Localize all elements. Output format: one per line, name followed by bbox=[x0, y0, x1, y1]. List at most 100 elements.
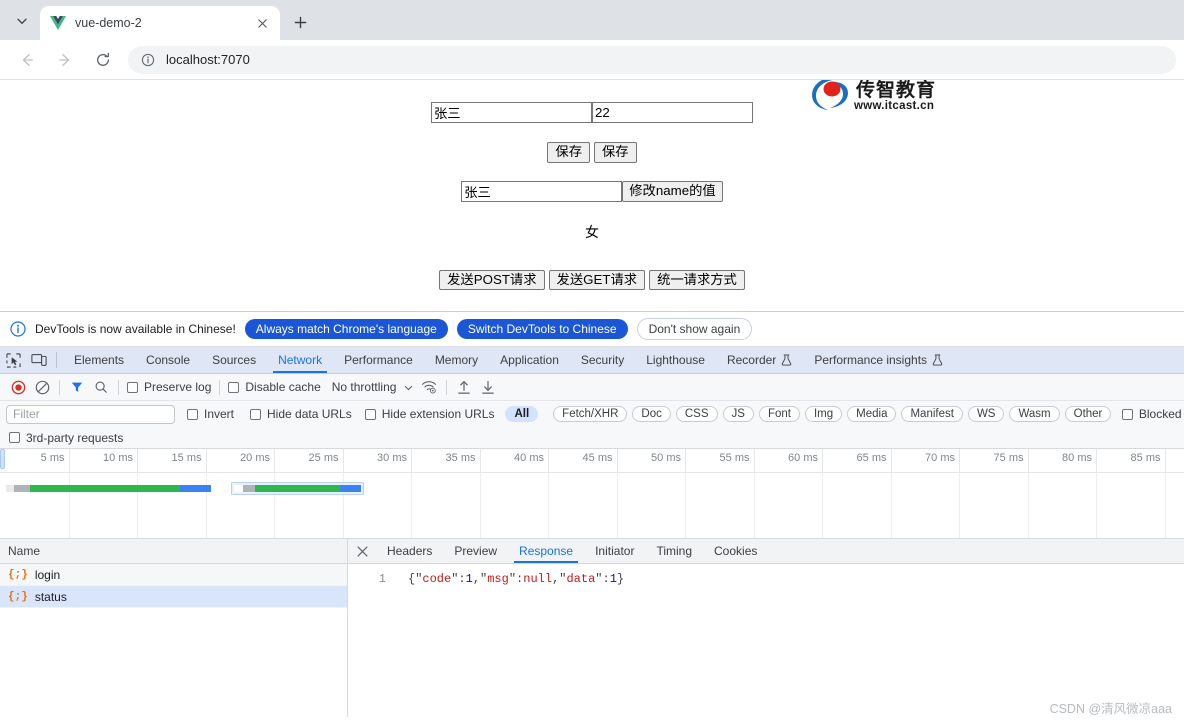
checkbox-label: Blocked response c bbox=[1138, 407, 1184, 421]
forward-icon[interactable] bbox=[51, 46, 79, 74]
timeline-tick: 30 ms bbox=[377, 449, 412, 472]
itcast-logo-cn: 传智教育 bbox=[856, 80, 937, 101]
banner-message: DevTools is now available in Chinese! bbox=[35, 322, 236, 336]
import-har-icon[interactable] bbox=[452, 376, 476, 398]
tab-performance[interactable]: Performance bbox=[333, 347, 424, 373]
save-buttons-row: 保存 保存 bbox=[0, 142, 1184, 163]
record-button-icon[interactable] bbox=[6, 376, 30, 398]
always-match-language-button[interactable]: Always match Chrome's language bbox=[244, 319, 448, 339]
preserve-log-checkbox[interactable]: Preserve log bbox=[127, 380, 211, 394]
inspect-element-icon[interactable] bbox=[0, 347, 26, 373]
detail-tab-preview[interactable]: Preview bbox=[443, 539, 508, 563]
filter-input[interactable] bbox=[6, 404, 175, 424]
type-filter-other[interactable]: Other bbox=[1064, 406, 1112, 422]
tab-recorder[interactable]: Recorder bbox=[716, 347, 803, 373]
itcast-logo: 传智教育 www.itcast.cn bbox=[810, 80, 960, 122]
third-party-row: 3rd-party requests bbox=[0, 427, 1184, 449]
filter-icon[interactable] bbox=[65, 376, 89, 398]
blocked-response-cookies-checkbox[interactable]: Blocked response c bbox=[1121, 407, 1184, 421]
detail-tab-response[interactable]: Response bbox=[508, 539, 584, 563]
detail-tab-cookies[interactable]: Cookies bbox=[703, 539, 768, 563]
detail-tab-initiator[interactable]: Initiator bbox=[584, 539, 645, 563]
search-icon[interactable] bbox=[89, 376, 113, 398]
timeline-ruler: 5 ms 10 ms 15 ms 20 ms 25 ms 30 ms 35 ms 40 ms 4… bbox=[0, 449, 1184, 473]
type-filter-font[interactable]: Font bbox=[758, 406, 800, 422]
detail-tab-timing[interactable]: Timing bbox=[645, 539, 703, 563]
throttling-select[interactable]: No throttling bbox=[332, 380, 397, 394]
tab-network[interactable]: Network bbox=[267, 347, 333, 373]
detail-tab-headers[interactable]: Headers bbox=[376, 539, 443, 563]
timeline-tick-label: 55 ms bbox=[719, 452, 750, 464]
type-filter-doc[interactable]: Doc bbox=[632, 406, 671, 422]
type-filter-media[interactable]: Media bbox=[847, 406, 897, 422]
switch-to-chinese-button[interactable]: Switch DevTools to Chinese bbox=[456, 319, 628, 339]
checkbox-box bbox=[1121, 408, 1133, 420]
hide-extension-urls-checkbox[interactable]: Hide extension URLs bbox=[364, 407, 494, 421]
type-filter-fetch-xhr[interactable]: Fetch/XHR bbox=[553, 406, 628, 422]
checkbox-box bbox=[9, 432, 20, 443]
export-har-icon[interactable] bbox=[476, 376, 500, 398]
json-token: null bbox=[523, 572, 553, 586]
table-row[interactable]: {;} login bbox=[0, 564, 347, 586]
device-toolbar-icon[interactable] bbox=[26, 347, 52, 373]
back-icon[interactable] bbox=[13, 46, 41, 74]
tab-security[interactable]: Security bbox=[570, 347, 635, 373]
new-tab-button[interactable] bbox=[286, 8, 314, 36]
tab-performance-insights[interactable]: Performance insights bbox=[803, 347, 954, 373]
save-button-2[interactable]: 保存 bbox=[594, 142, 637, 163]
age-input[interactable] bbox=[592, 102, 753, 123]
dont-show-again-button[interactable]: Don't show again bbox=[636, 318, 753, 340]
address-bar[interactable]: localhost:7070 bbox=[128, 45, 1176, 74]
tab-search-icon[interactable] bbox=[8, 7, 36, 35]
hide-data-urls-checkbox[interactable]: Hide data URLs bbox=[250, 407, 352, 421]
timeline-tick: 25 ms bbox=[309, 449, 344, 472]
json-token: 1 bbox=[465, 572, 473, 586]
network-overview-timeline[interactable]: 5 ms 10 ms 15 ms 20 ms 25 ms 30 ms 35 ms 40 ms 4… bbox=[0, 449, 1184, 539]
table-row[interactable]: {;} status bbox=[0, 586, 347, 608]
json-token: 1 bbox=[609, 572, 617, 586]
unified-request-button[interactable]: 统一请求方式 bbox=[649, 269, 745, 291]
invert-checkbox[interactable]: Invert bbox=[187, 407, 234, 421]
request-list-header[interactable]: Name bbox=[0, 539, 347, 564]
clear-icon[interactable] bbox=[30, 376, 54, 398]
close-icon[interactable] bbox=[348, 539, 376, 563]
send-post-button[interactable]: 发送POST请求 bbox=[439, 269, 545, 291]
type-filter-js[interactable]: JS bbox=[722, 406, 754, 422]
tab-memory[interactable]: Memory bbox=[424, 347, 489, 373]
type-filter-ws[interactable]: WS bbox=[967, 406, 1005, 422]
info-circle-icon[interactable] bbox=[140, 52, 156, 68]
disable-cache-checkbox[interactable]: Disable cache bbox=[228, 380, 321, 394]
timeline-tick: 80 ms bbox=[1062, 449, 1097, 472]
chevron-down-icon[interactable] bbox=[404, 380, 413, 394]
tab-console[interactable]: Console bbox=[135, 347, 201, 373]
timeline-tick: 5 ms bbox=[41, 449, 70, 472]
checkbox-box bbox=[228, 381, 240, 393]
reload-icon[interactable] bbox=[89, 46, 117, 74]
network-toolbar: Preserve log Disable cache No throttling bbox=[0, 374, 1184, 401]
name-input-2[interactable] bbox=[461, 180, 623, 202]
third-party-requests-checkbox[interactable]: 3rd-party requests bbox=[9, 431, 123, 445]
tab-label: Performance insights bbox=[814, 353, 928, 367]
send-get-button[interactable]: 发送GET请求 bbox=[548, 269, 646, 291]
type-filter-manifest[interactable]: Manifest bbox=[901, 406, 963, 422]
type-filter-all[interactable]: All bbox=[505, 406, 539, 422]
tab-label: Security bbox=[580, 353, 625, 367]
browser-tab[interactable]: vue-demo-2 bbox=[40, 6, 280, 40]
close-icon[interactable] bbox=[253, 14, 271, 32]
tab-application[interactable]: Application bbox=[489, 347, 570, 373]
tab-elements[interactable]: Elements bbox=[63, 347, 135, 373]
response-body[interactable]: 1 {"code":1,"msg":null,"data":1} bbox=[348, 564, 1184, 586]
name-input[interactable] bbox=[431, 102, 592, 123]
type-filter-img[interactable]: Img bbox=[804, 406, 843, 422]
type-filter-wasm[interactable]: Wasm bbox=[1009, 406, 1060, 422]
timeline-tick: 10 ms bbox=[103, 449, 138, 472]
modify-name-button[interactable]: 修改name的值 bbox=[622, 180, 723, 202]
tab-sources[interactable]: Sources bbox=[201, 347, 267, 373]
browser-window: vue-demo-2 localhost:7070 传智教育 www.itcas… bbox=[0, 0, 1184, 723]
save-button-1[interactable]: 保存 bbox=[547, 142, 590, 163]
tab-lighthouse[interactable]: Lighthouse bbox=[635, 347, 716, 373]
type-filter-css[interactable]: CSS bbox=[675, 406, 718, 422]
timeline-tick: 70 ms bbox=[925, 449, 960, 472]
network-conditions-icon[interactable] bbox=[417, 376, 441, 398]
waterfall-bar-login bbox=[6, 485, 211, 492]
